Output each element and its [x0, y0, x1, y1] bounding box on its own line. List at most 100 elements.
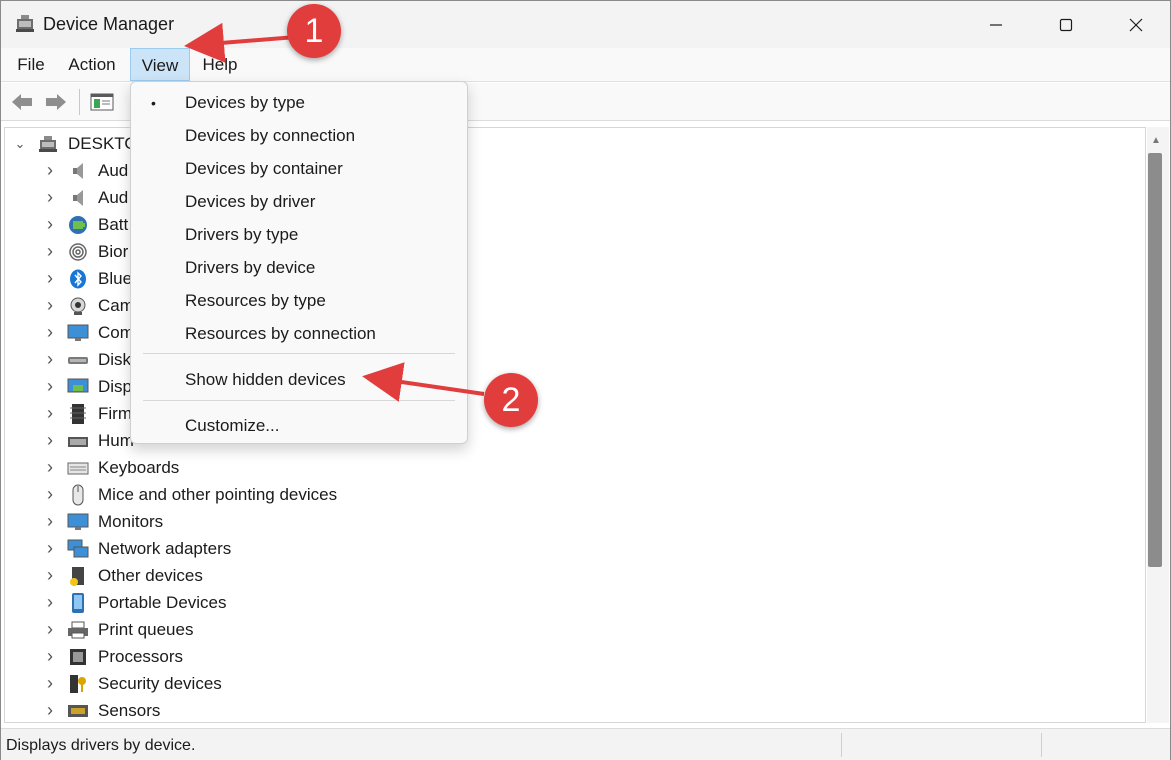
menu-item-label: Resources by type [185, 291, 326, 310]
close-button[interactable] [1101, 1, 1171, 48]
tree-category-row[interactable]: › Batt [43, 211, 128, 238]
menu-drivers-by-device[interactable]: Drivers by device [131, 252, 467, 284]
monitor-icon [67, 511, 89, 533]
chevron-right-icon[interactable]: › [43, 592, 57, 613]
menu-item-label: Devices by driver [185, 192, 316, 211]
processor-icon [67, 646, 89, 668]
chevron-right-icon[interactable]: › [43, 484, 57, 505]
menu-item-label: Devices by type [185, 93, 305, 112]
tree-category-row[interactable]: › Firm [43, 400, 132, 427]
forward-arrow-icon[interactable] [41, 89, 71, 115]
tree-category-label: Keyboards [98, 457, 180, 477]
menu-drivers-by-type[interactable]: Drivers by type [131, 219, 467, 251]
annotation-step-2: 2 [484, 373, 538, 427]
menu-resources-by-type[interactable]: Resources by type [131, 285, 467, 317]
tree-category-label: Mice and other pointing devices [98, 484, 338, 504]
back-arrow-icon[interactable] [7, 89, 37, 115]
chevron-right-icon[interactable]: › [43, 241, 57, 262]
scrollbar-thumb[interactable] [1148, 153, 1162, 567]
menu-bar: File Action View Help [1, 48, 1170, 82]
annotation-step-1: 1 [287, 4, 341, 58]
vertical-scrollbar[interactable]: ▲ [1147, 127, 1169, 723]
menu-devices-by-driver[interactable]: Devices by driver [131, 186, 467, 218]
camera-icon [67, 295, 89, 317]
tree-category-row[interactable]: › Aud [43, 157, 128, 184]
tree-category-row[interactable]: › Print queues [43, 616, 193, 643]
status-divider [841, 733, 842, 757]
tree-category-row[interactable]: › Disk [43, 346, 131, 373]
tree-category-label: Other devices [98, 565, 203, 585]
chevron-right-icon[interactable]: › [43, 376, 57, 397]
minimize-button[interactable] [961, 1, 1031, 48]
properties-icon[interactable] [87, 89, 117, 115]
tree-category-row[interactable]: › Disp [43, 373, 132, 400]
tree-category-row[interactable]: › Aud [43, 184, 128, 211]
tree-category-row[interactable]: › Processors [43, 643, 183, 670]
tree-category-label: Portable Devices [98, 592, 227, 612]
chevron-right-icon[interactable]: › [43, 160, 57, 181]
menu-help[interactable]: Help [194, 48, 246, 81]
chevron-right-icon[interactable]: › [43, 187, 57, 208]
chevron-right-icon[interactable]: › [43, 565, 57, 586]
title-bar[interactable]: Device Manager [1, 1, 1170, 48]
maximize-button[interactable] [1031, 1, 1101, 48]
tree-category-row[interactable]: › Security devices [43, 670, 222, 697]
tree-category-row[interactable]: › Com [43, 319, 134, 346]
chevron-right-icon[interactable]: › [43, 403, 57, 424]
tree-category-row[interactable]: › Hum [43, 427, 134, 454]
unknown-device-icon [67, 565, 89, 587]
chevron-right-icon[interactable]: › [43, 619, 57, 640]
tree-category-row[interactable]: › Blue [43, 265, 132, 292]
sensor-icon [67, 700, 89, 722]
firmware-icon [67, 403, 89, 425]
menu-file[interactable]: File [8, 48, 54, 81]
tree-category-row[interactable]: › Monitors [43, 508, 163, 535]
menu-show-hidden-devices[interactable]: Show hidden devices [131, 364, 467, 396]
menu-item-label: Devices by connection [185, 126, 356, 145]
chevron-right-icon[interactable]: › [43, 268, 57, 289]
menu-item-label: Devices by container [185, 159, 343, 178]
menu-devices-by-type[interactable]: • Devices by type [131, 87, 467, 119]
tree-category-label: Disp [98, 376, 133, 396]
menu-view[interactable]: View [130, 48, 190, 81]
menu-customize[interactable]: Customize... [131, 410, 467, 442]
tree-category-row[interactable]: › Bior [43, 238, 128, 265]
tree-category-label: Processors [98, 646, 184, 666]
chevron-down-icon[interactable]: ⌄ [13, 136, 27, 152]
checked-bullet-icon: • [151, 95, 156, 111]
status-text: Displays drivers by device. [6, 737, 196, 754]
chevron-right-icon[interactable]: › [43, 700, 57, 721]
tree-category-row[interactable]: › Keyboards [43, 454, 179, 481]
tree-category-row[interactable]: › Network adapters [43, 535, 231, 562]
chevron-right-icon[interactable]: › [43, 673, 57, 694]
display-adapter-icon [67, 376, 89, 398]
chevron-right-icon[interactable]: › [43, 322, 57, 343]
chevron-right-icon[interactable]: › [43, 214, 57, 235]
chevron-right-icon[interactable]: › [43, 538, 57, 559]
menu-action[interactable]: Action [59, 48, 125, 81]
menu-resources-by-connection[interactable]: Resources by connection [131, 318, 467, 350]
scroll-up-icon[interactable]: ▲ [1151, 135, 1161, 146]
tree-category-row[interactable]: › Other devices [43, 562, 203, 589]
menu-devices-by-connection[interactable]: Devices by connection [131, 120, 467, 152]
tree-category-row[interactable]: › Sensors [43, 697, 161, 722]
tree-category-label: Sensors [98, 700, 161, 720]
tree-category-label: Hum [98, 430, 134, 450]
tree-category-row[interactable]: › Cam [43, 292, 134, 319]
chevron-right-icon[interactable]: › [43, 457, 57, 478]
tree-category-label: Monitors [98, 511, 164, 531]
tree-category-row[interactable]: › Mice and other pointing devices [43, 481, 337, 508]
tree-category-label: Com [98, 322, 134, 342]
tree-category-row[interactable]: › Portable Devices [43, 589, 227, 616]
menu-devices-by-container[interactable]: Devices by container [131, 153, 467, 185]
chevron-right-icon[interactable]: › [43, 646, 57, 667]
security-key-icon [67, 673, 89, 695]
chevron-right-icon[interactable]: › [43, 430, 57, 451]
chevron-right-icon[interactable]: › [43, 349, 57, 370]
chevron-right-icon[interactable]: › [43, 511, 57, 532]
tree-root[interactable]: ⌄ DESKTOP [13, 130, 149, 157]
fingerprint-icon [67, 241, 89, 263]
status-divider [1041, 733, 1042, 757]
tree-category-label: Print queues [98, 619, 194, 639]
chevron-right-icon[interactable]: › [43, 295, 57, 316]
